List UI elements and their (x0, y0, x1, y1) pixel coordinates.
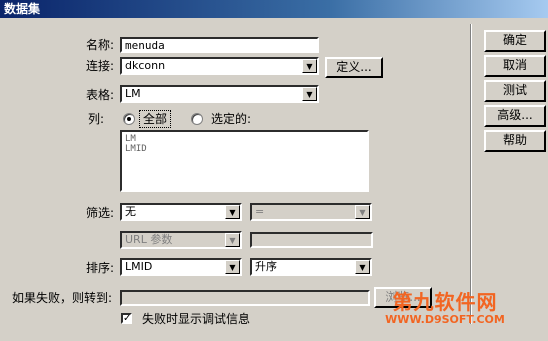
window-title: 数据集 (4, 2, 41, 16)
table-select[interactable]: LM ▼ (120, 85, 319, 103)
table-value: LM (125, 87, 141, 100)
chevron-down-icon: ▼ (355, 260, 370, 274)
chevron-down-icon: ▼ (225, 205, 240, 219)
filter-operator-select: = ▼ (250, 203, 372, 221)
define-button[interactable]: 定义... (325, 57, 383, 78)
debug-checkbox[interactable]: ✓ (121, 313, 132, 324)
filter-value: 无 (125, 205, 136, 218)
connection-label: 连接: (86, 59, 115, 73)
chevron-down-icon: ▼ (302, 59, 317, 73)
radio-selected[interactable] (191, 113, 203, 125)
radio-all[interactable] (123, 113, 135, 125)
filter-label: 筛选: (86, 206, 115, 220)
debug-checkbox-label: 失败时显示调试信息 (142, 312, 251, 326)
watermark-subtitle: WWW.D9SOFT.COM (385, 313, 505, 326)
filter-select[interactable]: 无 ▼ (120, 203, 242, 221)
advanced-button[interactable]: 高级... (484, 105, 546, 127)
connection-value: dkconn (125, 59, 166, 72)
title-bar: 数据集 (0, 0, 548, 18)
sort-label: 排序: (86, 261, 115, 275)
sort-column-value: LMID (125, 260, 153, 273)
chevron-down-icon: ▼ (355, 205, 370, 219)
on-fail-label: 如果失败，则转到: (12, 291, 113, 305)
url-param-input (250, 232, 373, 248)
cancel-button[interactable]: 取消 (484, 55, 546, 77)
radio-selected-label: 选定的: (211, 112, 252, 126)
filter-operator-value: = (255, 205, 265, 218)
sort-order-value: 升序 (255, 260, 277, 273)
ok-button[interactable]: 确定 (484, 30, 546, 52)
on-fail-input (120, 290, 370, 306)
watermark-logo: 第九软件网 WWW.D9SOFT.COM (376, 290, 514, 330)
chevron-down-icon: ▼ (225, 233, 240, 247)
watermark-title: 第九软件网 (392, 290, 498, 314)
name-input[interactable]: menuda (120, 37, 319, 53)
help-button[interactable]: 帮助 (484, 130, 546, 152)
sort-column-select[interactable]: LMID ▼ (120, 258, 242, 276)
sort-order-select[interactable]: 升序 ▼ (250, 258, 372, 276)
chevron-down-icon: ▼ (225, 260, 240, 274)
columns-listbox[interactable]: LM LMID (120, 130, 369, 192)
chevron-down-icon: ▼ (302, 87, 317, 101)
table-label: 表格: (86, 88, 115, 102)
list-item[interactable]: LMID (125, 144, 364, 154)
url-param-select: URL 参数 ▼ (120, 231, 242, 249)
list-item[interactable]: LM (125, 134, 364, 144)
columns-label: 列: (88, 112, 105, 126)
vertical-divider (470, 24, 472, 324)
name-label: 名称: (86, 38, 115, 52)
test-button[interactable]: 测试 (484, 80, 546, 102)
connection-select[interactable]: dkconn ▼ (120, 57, 319, 75)
radio-all-label: 全部 (139, 110, 172, 128)
url-param-value: URL 参数 (125, 233, 173, 246)
